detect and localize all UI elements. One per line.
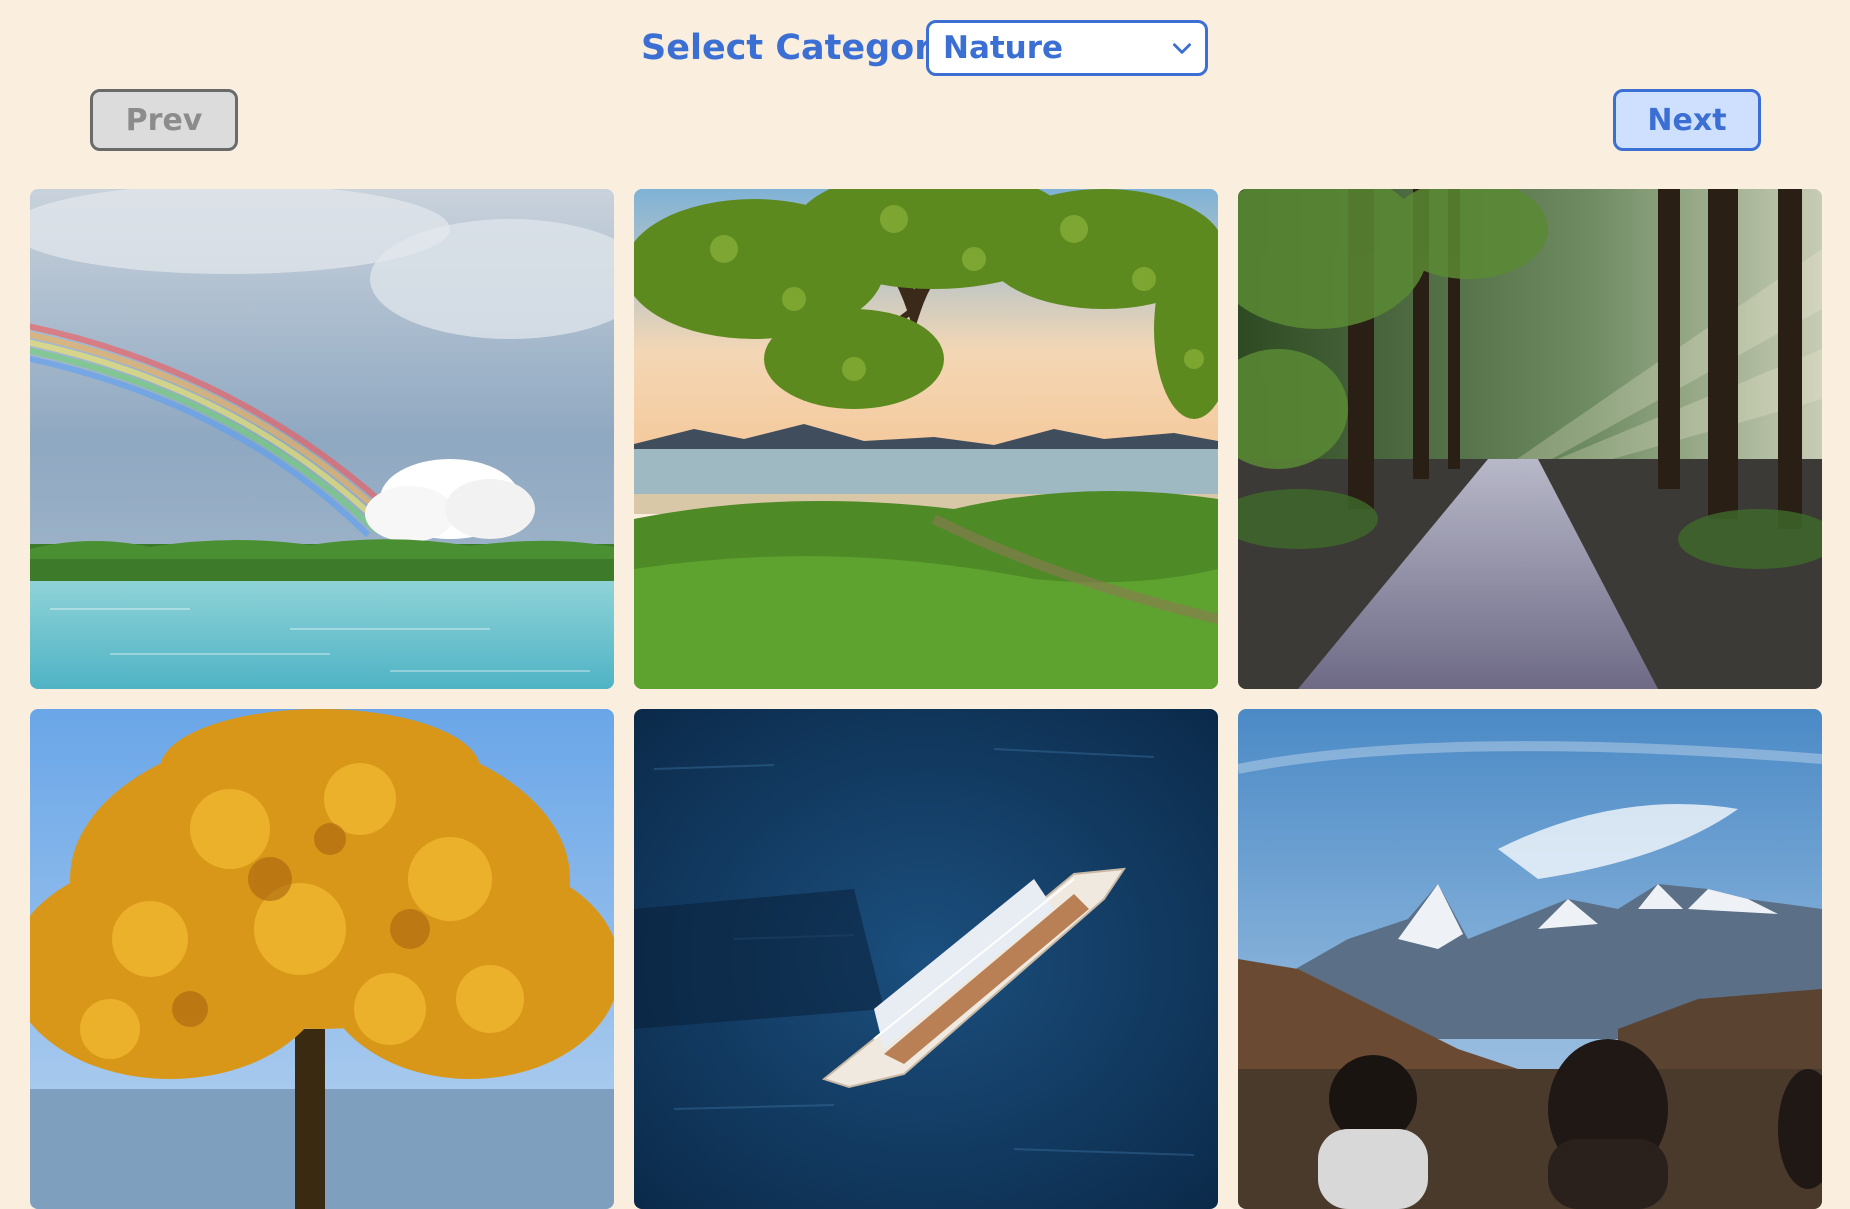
chevron-down-icon xyxy=(1173,43,1191,54)
prev-button[interactable]: Prev xyxy=(90,89,238,151)
gallery-image-sailboat[interactable] xyxy=(634,709,1218,1209)
gallery-image-autumn-tree[interactable] xyxy=(30,709,614,1209)
category-select-value: Nature xyxy=(943,30,1064,66)
category-bar: Select Category: Nature xyxy=(0,0,1850,95)
category-label: Select Category: xyxy=(641,28,969,68)
gallery-image-beach-tree[interactable] xyxy=(634,189,1218,689)
gallery-image-rainbow[interactable] xyxy=(30,189,614,689)
next-button[interactable]: Next xyxy=(1613,89,1761,151)
category-select[interactable]: Nature xyxy=(926,20,1208,76)
gallery-image-mountains[interactable] xyxy=(1238,709,1822,1209)
gallery-image-forest-path[interactable] xyxy=(1238,189,1822,689)
